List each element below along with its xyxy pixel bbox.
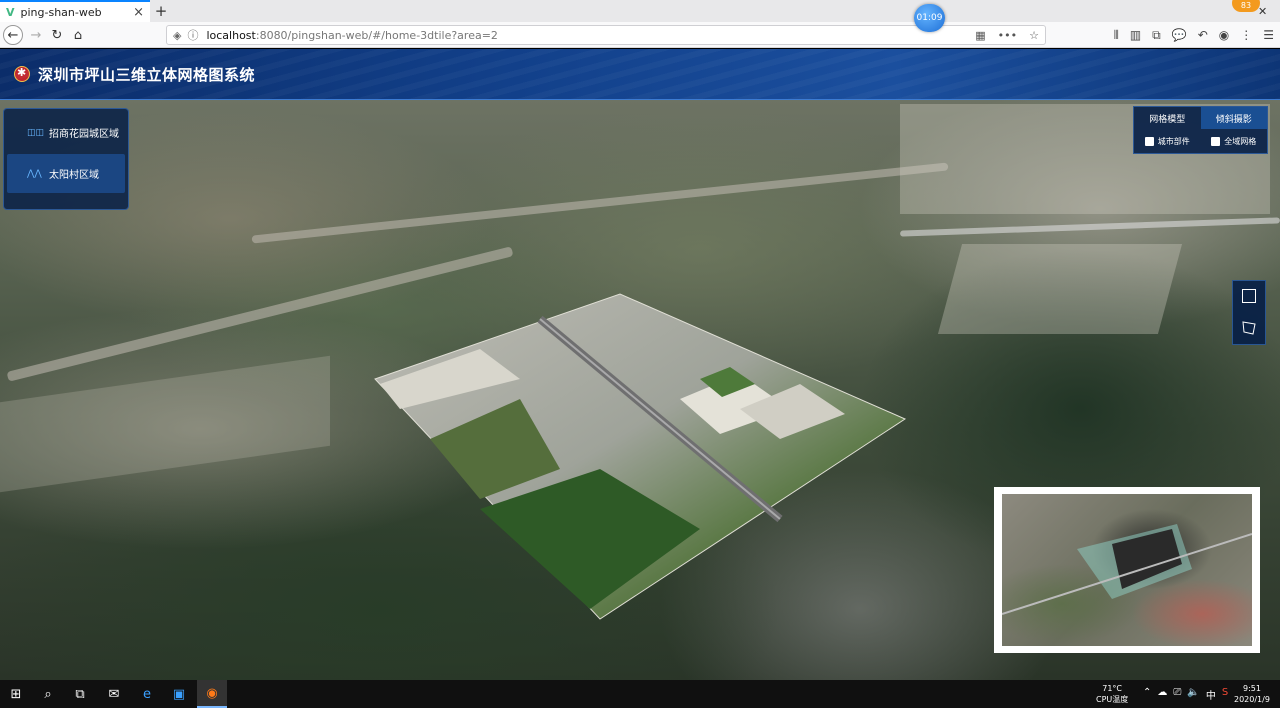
timer-badge[interactable]: 01:09 [914,4,945,32]
shield-icon[interactable]: ◈ [173,29,181,42]
home-button[interactable]: ⌂ [68,25,88,45]
draw-tools-panel [1232,280,1266,345]
app-viewport: 深圳市坪山三维立体网格图系统 ◫◫ 招商花园城区域 ⋀⋀ 太阳村区域 网格模型 … [0,49,1280,680]
mode-panel: 网格模型 倾斜摄影 城市部件 全域网格 [1133,106,1268,154]
area-item-taiyang[interactable]: ⋀⋀ 太阳村区域 [7,154,125,193]
app-header: 深圳市坪山三维立体网格图系统 [0,49,1280,100]
checkbox-box[interactable] [1144,136,1154,146]
more-icon[interactable]: ⋮ [1240,28,1252,42]
webstorm-icon[interactable]: ▣ [169,684,189,704]
menu-icon[interactable]: ☰ [1263,28,1274,42]
firefox-icon[interactable]: ◉ [197,680,227,708]
windows-start-icon[interactable]: ⊞ [6,684,26,704]
clock-time: 9:51 [1242,684,1261,693]
network-icon[interactable]: ⎚ [1173,687,1181,702]
checkbox-city-parts[interactable]: 城市部件 [1144,136,1190,147]
info-icon[interactable]: ⓘ [187,27,198,43]
task-view-icon[interactable]: ⧉ [70,684,90,704]
tab-close-icon[interactable]: × [133,5,144,20]
chat-icon[interactable]: 💬 [1172,28,1187,42]
library-icon[interactable]: ⫴ [1114,28,1119,43]
area-selector-panel: ◫◫ 招商花园城区域 ⋀⋀ 太阳村区域 [3,108,129,210]
qr-code-icon[interactable]: ▦ [975,29,985,42]
system-tray: ⌃ ☁ ⎚ 🔈 中 S [1143,687,1228,702]
page-actions-icon[interactable]: ••• [998,29,1017,42]
minimap-image[interactable] [1002,494,1252,646]
checkbox-label: 全域网格 [1224,136,1257,146]
cpu-temperature[interactable]: 71°C CPU温度 [1096,683,1128,705]
temperature-label: CPU温度 [1096,695,1129,704]
vue-favicon-icon: V [6,5,15,19]
ime-indicator[interactable]: 中 [1206,687,1216,702]
tab-grid-model[interactable]: 网格模型 [1134,107,1201,129]
clock-date: 2020/1/9 [1234,695,1270,704]
checkbox-box[interactable] [1211,136,1221,146]
url-path: :8080/pingshan-web/#/home-3dtile?area=2 [255,28,498,42]
checkbox-full-grid[interactable]: 全域网格 [1211,136,1256,147]
account-icon[interactable]: ◉ [1219,28,1229,42]
area-label: 招商花园城区域 [49,129,119,140]
forward-button[interactable]: → [26,25,46,45]
temperature-value: 71°C [1102,684,1123,693]
checkbox-label: 城市部件 [1157,136,1190,146]
volume-icon[interactable]: 🔈 [1187,687,1199,702]
browser-toolbar: ← → ↻ ⌂ ◈ ⓘ localhost :8080/pingshan-web… [0,22,1280,48]
clock[interactable]: 9:51 2020/1/9 [1234,683,1270,705]
bookmark-star-icon[interactable]: ☆ [1029,29,1039,42]
windows-taskbar: ⊞ ⌕ ⧉ ✉ e ▣ ◉ 71°C CPU温度 ⌃ ☁ ⎚ 🔈 中 S 9:5… [0,680,1280,708]
toolbar-right-icons: ⫴ ▥ ⧉ 💬 ↶ ◉ ⋮ ☰ [1114,25,1274,45]
area-label: 太阳村区域 [49,170,99,181]
sidebar-icon[interactable]: ▥ [1130,28,1141,42]
url-host: localhost [206,28,256,42]
antivirus-icon[interactable]: S [1222,687,1228,702]
new-tab-button[interactable]: + [152,0,170,22]
draw-rectangle-icon[interactable] [1242,289,1256,304]
tray-app-icon[interactable]: ☁ [1157,687,1167,702]
draw-polygon-icon[interactable] [1241,320,1257,336]
chevron-up-icon[interactable]: ⌃ [1143,687,1151,702]
screenshot-icon[interactable]: ⧉ [1152,28,1161,43]
logo-icon [14,66,30,82]
back-button[interactable]: ← [3,25,23,45]
url-bar[interactable]: ◈ ⓘ localhost :8080/pingshan-web/#/home-… [166,25,1046,45]
minimap[interactable] [994,487,1260,653]
area-item-zhaoshang[interactable]: ◫◫ 招商花园城区域 [7,113,125,152]
edge-icon[interactable]: e [137,684,157,704]
tab-oblique-photography[interactable]: 倾斜摄影 [1200,107,1267,129]
mountain-area-icon: ⋀⋀ [27,168,42,179]
tab-title: ping-shan-web [20,5,102,19]
search-icon[interactable]: ⌕ [38,684,58,704]
mail-icon[interactable]: ✉ [104,684,124,704]
building-area-icon: ◫◫ [27,127,45,138]
browser-tab[interactable]: V ping-shan-web × [0,0,150,22]
undo-icon[interactable]: ↶ [1198,28,1208,42]
app-title: 深圳市坪山三维立体网格图系统 [38,66,256,84]
notification-badge[interactable]: 83 [1232,0,1260,12]
reload-button[interactable]: ↻ [47,25,67,45]
browser-tab-bar: V ping-shan-web × + ✕ [0,0,1280,22]
